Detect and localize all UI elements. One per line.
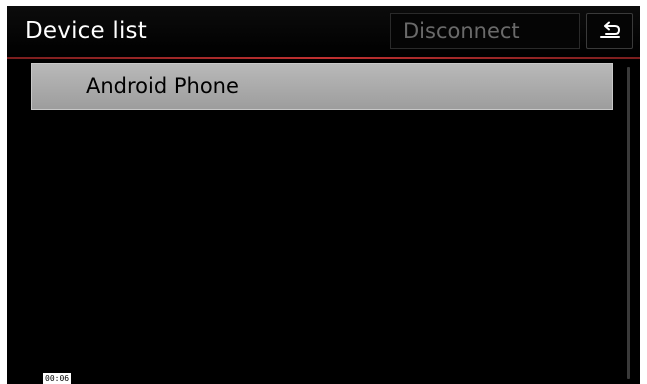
device-list-screen: Device list Disconnect Android Phone (7, 6, 640, 384)
back-button[interactable] (586, 13, 633, 49)
list-item-android-phone[interactable]: Android Phone (31, 63, 613, 110)
disconnect-button[interactable]: Disconnect (390, 13, 580, 49)
header-divider (7, 57, 640, 59)
scrollbar[interactable] (627, 67, 630, 379)
time-display: 00:06 (43, 373, 72, 384)
back-arrow-icon (600, 21, 620, 38)
header-bar: Device list Disconnect (7, 6, 640, 56)
page-title: Device list (25, 18, 147, 44)
device-list: Android Phone (31, 63, 613, 110)
